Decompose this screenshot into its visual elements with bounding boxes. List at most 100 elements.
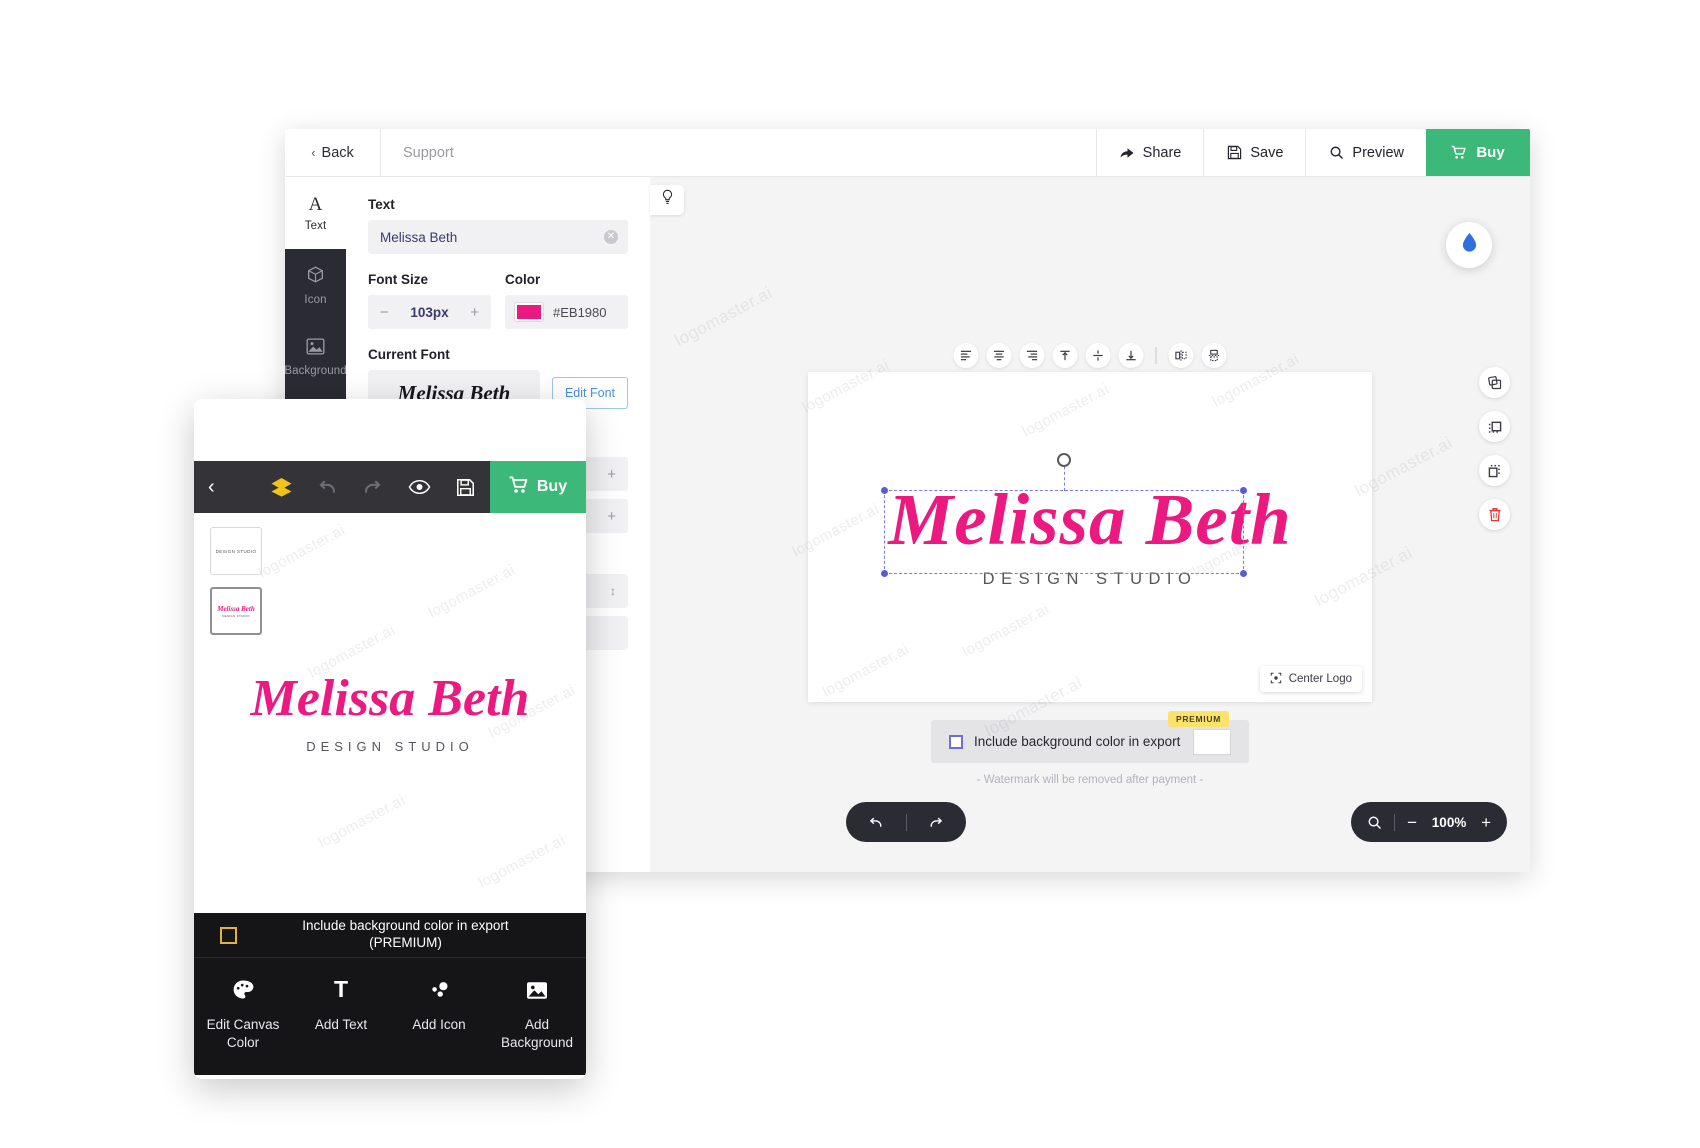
- layers-icon[interactable]: [258, 477, 304, 497]
- rail-label-icon: Icon: [304, 293, 327, 306]
- align-toolbar: [953, 343, 1227, 368]
- mobile-logo-title[interactable]: Melissa Beth: [251, 672, 530, 725]
- rail-item-icon[interactable]: Icon: [285, 249, 346, 321]
- flip-horizontal-icon[interactable]: [1168, 343, 1194, 368]
- mobile-export-line2: (PREMIUM): [369, 935, 442, 950]
- color-label: Color: [505, 272, 541, 287]
- back-label: Back: [321, 144, 354, 161]
- align-top-icon[interactable]: [1052, 343, 1078, 368]
- resize-handle-bottom-right[interactable]: [1239, 569, 1248, 578]
- font-size-value: 103px: [410, 304, 449, 320]
- mobile-back-icon[interactable]: ‹: [208, 476, 258, 499]
- toolbar-divider: [1155, 347, 1157, 364]
- font-size-group: Font Size − 103px +: [368, 272, 491, 329]
- mobile-logo-content: Melissa Beth DESIGN STUDIO: [194, 513, 586, 913]
- cube-icon: [306, 265, 325, 288]
- nav-edit-canvas-color[interactable]: Edit Canvas Color: [194, 978, 292, 1051]
- align-bottom-icon[interactable]: [1118, 343, 1144, 368]
- mobile-include-background-checkbox[interactable]: [220, 926, 237, 944]
- letter-spacing-increment[interactable]: +: [607, 466, 616, 483]
- bring-to-front-icon[interactable]: [1479, 411, 1510, 442]
- mobile-include-background-label: Include background color in export (PREM…: [251, 918, 560, 952]
- resize-handle-bottom-left[interactable]: [880, 569, 889, 578]
- duplicate-icon[interactable]: [1479, 367, 1510, 398]
- secondary-increment[interactable]: +: [607, 508, 616, 525]
- save-icon[interactable]: [442, 478, 488, 497]
- zoom-in-button[interactable]: +: [1481, 814, 1491, 831]
- zoom-divider: [1394, 813, 1396, 831]
- redo-icon[interactable]: [350, 477, 396, 497]
- preview-button[interactable]: Preview: [1305, 129, 1426, 176]
- history-controls: [846, 802, 966, 842]
- mobile-top-padding: [194, 399, 586, 461]
- undo-button[interactable]: [846, 815, 906, 830]
- share-button[interactable]: Share: [1095, 129, 1204, 176]
- mobile-buy-label: Buy: [536, 478, 568, 495]
- font-size-decrement[interactable]: −: [380, 304, 389, 321]
- rail-label-text: Text: [304, 219, 327, 232]
- text-field-label: Text: [368, 197, 395, 212]
- font-size-increment[interactable]: +: [470, 304, 479, 321]
- align-center-icon[interactable]: [986, 343, 1012, 368]
- nav-add-text[interactable]: T Add Text: [292, 976, 390, 1034]
- eye-icon[interactable]: [396, 479, 442, 495]
- export-background-bar: Include background color in export PREMI…: [931, 711, 1249, 763]
- tips-bulb-button[interactable]: [650, 185, 684, 215]
- buy-button[interactable]: Buy: [1426, 129, 1530, 176]
- color-swatch[interactable]: [515, 303, 543, 321]
- mobile-bottom-nav: Edit Canvas Color T Add Text Add Icon Ad…: [194, 957, 586, 1075]
- undo-icon[interactable]: [304, 477, 350, 497]
- resize-handle-top-left[interactable]: [880, 486, 889, 495]
- watermark-note: - Watermark will be removed after paymen…: [976, 774, 1204, 786]
- center-logo-button[interactable]: Center Logo: [1259, 666, 1362, 692]
- save-button[interactable]: Save: [1203, 129, 1305, 176]
- delete-icon[interactable]: [1479, 499, 1510, 530]
- flip-vertical-icon[interactable]: [1201, 343, 1227, 368]
- mobile-export-line1: Include background color in export: [302, 918, 509, 934]
- align-middle-icon[interactable]: [1085, 343, 1111, 368]
- background-color-swatch[interactable]: [1193, 728, 1231, 755]
- mobile-logo-subtitle[interactable]: DESIGN STUDIO: [306, 739, 474, 754]
- center-target-icon: [1270, 672, 1282, 687]
- zoom-out-button[interactable]: −: [1407, 814, 1417, 831]
- redo-button[interactable]: [906, 815, 966, 830]
- color-drop-button[interactable]: [1446, 222, 1492, 268]
- text-input[interactable]: Melissa Beth ✕: [368, 220, 628, 254]
- text-t-icon: T: [333, 976, 349, 1003]
- canvas-area: Melissa Beth DESIGN STUDIO logomaster.ai…: [650, 177, 1530, 872]
- editor-topbar: ‹ Back Support Share Save Preview Buy: [285, 129, 1530, 177]
- share-icon: [1119, 145, 1135, 161]
- align-left-icon[interactable]: [953, 343, 979, 368]
- align-right-icon[interactable]: [1019, 343, 1045, 368]
- rail-item-text[interactable]: A Text: [285, 177, 346, 249]
- mobile-canvas[interactable]: DESIGN STUDIO Melissa Beth DESIGN STUDIO…: [194, 513, 586, 913]
- back-button[interactable]: ‹ Back: [285, 129, 381, 176]
- letter-a-icon: A: [308, 193, 323, 215]
- nav-label: Add Icon: [412, 1017, 466, 1032]
- zoom-search-icon[interactable]: [1367, 815, 1382, 830]
- cart-icon: [509, 475, 529, 499]
- chevron-updown-icon: ↕: [610, 584, 616, 598]
- nav-add-background[interactable]: Add Background: [488, 978, 586, 1051]
- mobile-buy-button[interactable]: Buy: [490, 461, 586, 513]
- center-logo-label: Center Logo: [1288, 673, 1352, 685]
- water-drop-icon: [1461, 232, 1478, 258]
- font-size-stepper[interactable]: − 103px +: [368, 295, 491, 329]
- send-to-back-icon[interactable]: [1479, 455, 1510, 486]
- nav-add-icon[interactable]: Add Icon: [390, 978, 488, 1034]
- current-font-label: Current Font: [368, 347, 450, 362]
- save-icon: [1226, 145, 1242, 161]
- resize-handle-top-right[interactable]: [1239, 486, 1248, 495]
- rail-item-background[interactable]: Background: [285, 321, 347, 393]
- mobile-export-bar: Include background color in export (PREM…: [194, 913, 586, 957]
- logo-canvas[interactable]: Melissa Beth DESIGN STUDIO logomaster.ai…: [790, 351, 1372, 702]
- rotate-handle-icon[interactable]: [1057, 453, 1071, 467]
- include-background-checkbox[interactable]: [949, 734, 963, 749]
- color-picker[interactable]: #EB1980: [505, 295, 628, 329]
- clear-icon[interactable]: ✕: [604, 230, 618, 244]
- text-input-value: Melissa Beth: [380, 229, 458, 245]
- mobile-bottom-padding: [194, 1075, 586, 1079]
- support-link[interactable]: Support: [381, 129, 476, 176]
- selection-box[interactable]: [880, 453, 1248, 578]
- image-icon: [526, 978, 548, 1002]
